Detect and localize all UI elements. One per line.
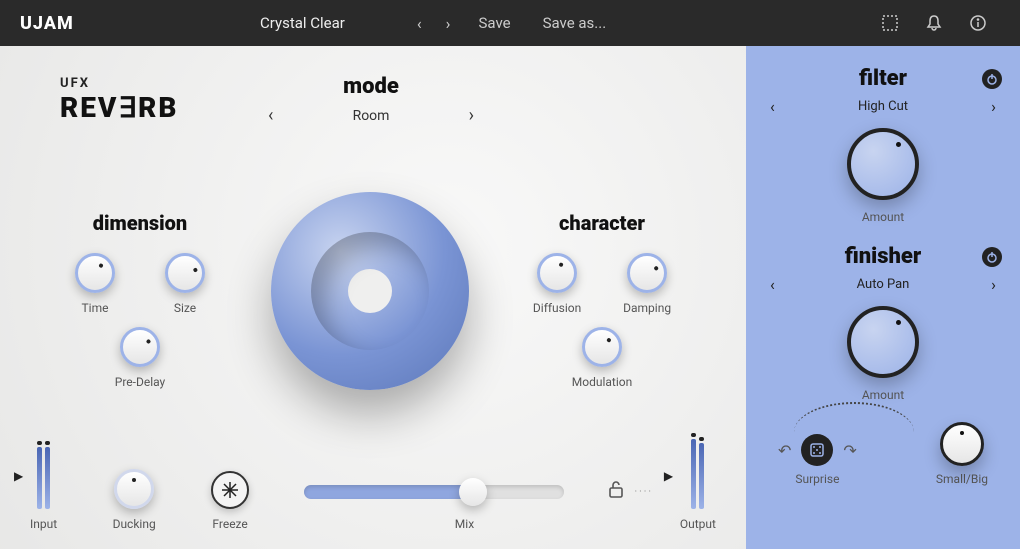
finisher-prev-button[interactable]: ‹ xyxy=(766,275,779,294)
ducking-knob[interactable] xyxy=(114,469,154,509)
surprise-label: Surprise xyxy=(795,472,839,486)
side-panel: filter ‹ High Cut › Amount finisher xyxy=(746,46,1020,549)
resize-icon[interactable] xyxy=(878,11,902,35)
play-icon: ▶ xyxy=(14,469,23,483)
mix-thumb[interactable] xyxy=(459,478,487,506)
modulation-label: Modulation xyxy=(572,375,632,389)
preset-next-button[interactable]: › xyxy=(434,14,463,33)
output-meter xyxy=(691,439,705,509)
filter-title: filter xyxy=(766,66,1000,91)
power-icon xyxy=(986,251,998,263)
smallbig-label: Small/Big xyxy=(936,472,988,486)
mode-prev-button[interactable]: ‹ xyxy=(260,105,281,126)
filter-amount-label: Amount xyxy=(862,210,904,224)
preset-prev-button[interactable]: ‹ xyxy=(405,14,434,33)
mode-value[interactable]: Room xyxy=(353,108,390,124)
finisher-title: finisher xyxy=(766,244,1000,269)
damping-knob[interactable] xyxy=(627,253,667,293)
filter-value[interactable]: High Cut xyxy=(858,99,908,114)
predelay-label: Pre-Delay xyxy=(115,375,165,389)
power-icon xyxy=(986,73,998,85)
finisher-amount-knob[interactable] xyxy=(847,306,919,378)
main-knob[interactable] xyxy=(271,192,469,390)
dimension-group: dimension Time Size Pre-Delay xyxy=(50,211,230,389)
filter-prev-button[interactable]: ‹ xyxy=(766,97,779,116)
input-meter-group: ▶ Input xyxy=(30,439,57,531)
mode-next-button[interactable]: › xyxy=(461,105,482,126)
finisher-next-button[interactable]: › xyxy=(987,275,1000,294)
mix-slider[interactable] xyxy=(304,485,564,499)
notification-icon[interactable] xyxy=(922,11,946,35)
main-panel: UFX REV∃RB mode ‹ Room › dimension Time … xyxy=(0,46,746,549)
plugin-logo: UFX REV∃RB xyxy=(60,76,178,124)
character-group: character Diffusion Damping Modulation xyxy=(512,211,692,389)
preset-name[interactable]: Crystal Clear xyxy=(260,14,345,32)
damping-label: Damping xyxy=(623,301,671,315)
mode-title: mode xyxy=(260,74,482,99)
save-button[interactable]: Save xyxy=(478,14,510,32)
save-as-button[interactable]: Save as... xyxy=(543,14,607,32)
mode-selector: mode ‹ Room › xyxy=(260,74,482,126)
dimension-title: dimension xyxy=(50,211,230,235)
freeze-button[interactable] xyxy=(211,471,249,509)
top-header: UJAM Crystal Clear ‹ › Save Save as... xyxy=(0,0,1020,46)
time-knob[interactable] xyxy=(75,253,115,293)
output-label: Output xyxy=(680,517,716,531)
diffusion-knob[interactable] xyxy=(537,253,577,293)
input-label: Input xyxy=(30,517,57,531)
finisher-section: finisher ‹ Auto Pan › Amount xyxy=(766,244,1000,402)
info-icon[interactable] xyxy=(966,11,990,35)
filter-amount-knob[interactable] xyxy=(847,128,919,200)
output-meter-group: ▶ Output xyxy=(680,439,716,531)
finisher-value[interactable]: Auto Pan xyxy=(857,277,910,292)
size-label: Size xyxy=(174,301,196,315)
play-icon: ▶ xyxy=(664,469,673,483)
finisher-power-button[interactable] xyxy=(982,247,1002,267)
snowflake-icon xyxy=(220,480,240,500)
dice-icon xyxy=(809,442,825,458)
input-meter xyxy=(37,439,51,509)
time-label: Time xyxy=(82,301,109,315)
brand-logo: UJAM xyxy=(20,13,260,34)
redo-button[interactable]: ↷ xyxy=(843,441,856,460)
modulation-knob[interactable] xyxy=(582,327,622,367)
mix-dots: ···· xyxy=(634,486,652,497)
filter-next-button[interactable]: › xyxy=(987,97,1000,116)
undo-button[interactable]: ↶ xyxy=(778,441,791,460)
filter-section: filter ‹ High Cut › Amount xyxy=(766,66,1000,224)
surprise-link-arc xyxy=(794,402,914,432)
smallbig-knob[interactable] xyxy=(940,422,984,466)
diffusion-label: Diffusion xyxy=(533,301,581,315)
surprise-button[interactable] xyxy=(801,434,833,466)
ducking-label: Ducking xyxy=(113,517,156,531)
predelay-knob[interactable] xyxy=(120,327,160,367)
character-title: character xyxy=(512,211,692,235)
freeze-label: Freeze xyxy=(212,517,247,531)
filter-power-button[interactable] xyxy=(982,69,1002,89)
finisher-amount-label: Amount xyxy=(862,388,904,402)
mix-label: Mix xyxy=(455,517,474,531)
size-knob[interactable] xyxy=(165,253,205,293)
lock-icon[interactable] xyxy=(608,480,624,503)
